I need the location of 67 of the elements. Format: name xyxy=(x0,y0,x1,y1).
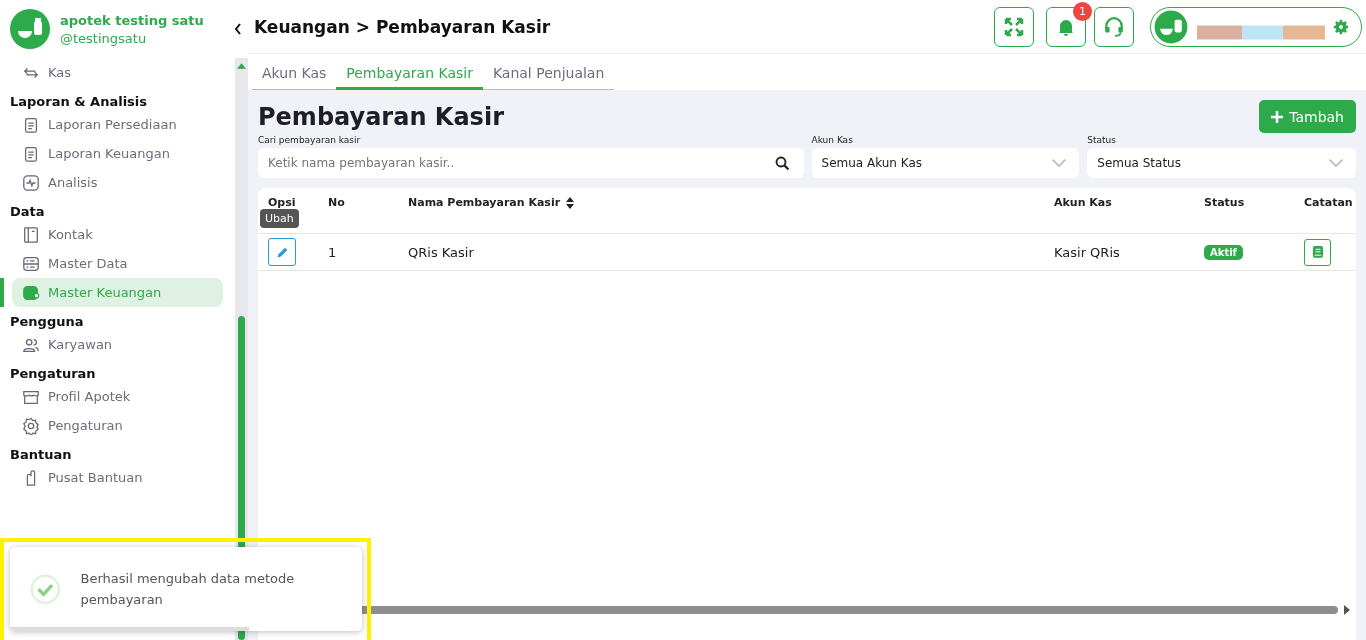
sidebar-item[interactable]: Laporan Keuangan xyxy=(12,139,223,168)
chevron-down-icon xyxy=(1328,158,1344,168)
search-icon xyxy=(774,156,790,171)
sidebar-section-title: Laporan & Analisis xyxy=(9,93,149,110)
column-header: Akun Kas xyxy=(1054,196,1112,209)
table-cell: 1 xyxy=(328,244,337,260)
plus-icon xyxy=(1271,110,1284,123)
scroll-up-arrow-icon[interactable] xyxy=(237,63,246,69)
sidebar-section-title: Pengaturan xyxy=(9,365,97,382)
status-dropdown[interactable]: Semua Status xyxy=(1087,148,1356,178)
fullscreen-button[interactable] xyxy=(994,6,1034,47)
pencil-icon xyxy=(275,245,289,259)
field-label: Akun Kas xyxy=(811,135,854,145)
sort-icon[interactable] xyxy=(566,196,575,209)
chevron-down-icon xyxy=(1051,158,1068,168)
toast-message: Berhasil mengubah data metode pembayaran xyxy=(80,570,296,609)
scroll-right-arrow-icon[interactable] xyxy=(1344,605,1350,615)
gear-icon xyxy=(22,416,40,435)
breadcrumb: Keuangan > Pembayaran Kasir xyxy=(254,16,551,37)
table-cell: QRis Kasir xyxy=(408,244,474,260)
field-label: Cari pembayaran kasir xyxy=(258,135,362,145)
contact-icon xyxy=(22,225,40,244)
add-button[interactable]: Tambah xyxy=(1259,100,1356,133)
clip-icon xyxy=(22,144,40,163)
pharmacy-handle: @testingsatu xyxy=(60,30,148,46)
sidebar-item[interactable]: Laporan Persediaan xyxy=(12,110,223,139)
expand-arrows-icon xyxy=(1004,16,1024,37)
column-header: Opsi xyxy=(268,196,296,209)
sidebar-item[interactable]: Kontak xyxy=(12,220,223,249)
tooltip: Ubah xyxy=(260,209,299,228)
account-dropdown[interactable]: Semua Akun Kas xyxy=(811,148,1080,178)
status-badge: Aktif xyxy=(1204,244,1243,260)
headset-icon xyxy=(1103,15,1125,38)
pulse-icon xyxy=(22,173,40,192)
sidebar-item[interactable]: Kas xyxy=(12,58,223,87)
clip-icon xyxy=(22,115,40,134)
column-header: Status xyxy=(1204,196,1245,209)
book-icon xyxy=(1312,246,1323,258)
list-icon xyxy=(22,254,40,273)
pharmacy-logo-icon xyxy=(10,9,50,49)
field-label: Status xyxy=(1087,135,1117,145)
column-header: Nama Pembayaran Kasir xyxy=(408,196,561,209)
checkmark-icon xyxy=(30,573,61,605)
sidebar-item[interactable]: Pengaturan xyxy=(12,411,223,440)
sidebar-item[interactable]: Profil Apotek xyxy=(12,382,223,411)
sidebar-item[interactable]: Pusat Bantuan xyxy=(12,463,223,492)
column-header: Catatan xyxy=(1304,196,1353,209)
sidebar-section-title: Bantuan xyxy=(9,446,73,463)
wallet-icon xyxy=(22,283,40,302)
note-button[interactable] xyxy=(1304,238,1331,266)
settings-icon[interactable] xyxy=(1333,18,1349,35)
sidebar-section-title: Pengguna xyxy=(9,313,85,330)
pharmacy-logo-icon xyxy=(1153,8,1189,45)
sidebar-item[interactable]: Karyawan xyxy=(12,330,223,359)
search-field[interactable]: Ketik nama pembayaran kasir.. xyxy=(258,148,804,178)
notification-button[interactable] xyxy=(1046,6,1086,47)
support-button[interactable] xyxy=(1094,6,1134,47)
sidebar-item[interactable]: Analisis xyxy=(12,168,223,197)
notification-count: 1 xyxy=(1073,1,1092,21)
edit-button[interactable] xyxy=(268,238,296,266)
pharmacy-name: apotek testing satu xyxy=(60,12,205,28)
collapse-chevron-icon[interactable] xyxy=(234,23,242,35)
sidebar-item[interactable]: Master Data xyxy=(12,249,223,278)
page-title: Pembayaran Kasir xyxy=(258,102,504,131)
table-cell: Kasir QRis xyxy=(1054,244,1120,260)
column-header: No xyxy=(328,196,345,209)
sidebar-section-title: Data xyxy=(9,203,46,220)
